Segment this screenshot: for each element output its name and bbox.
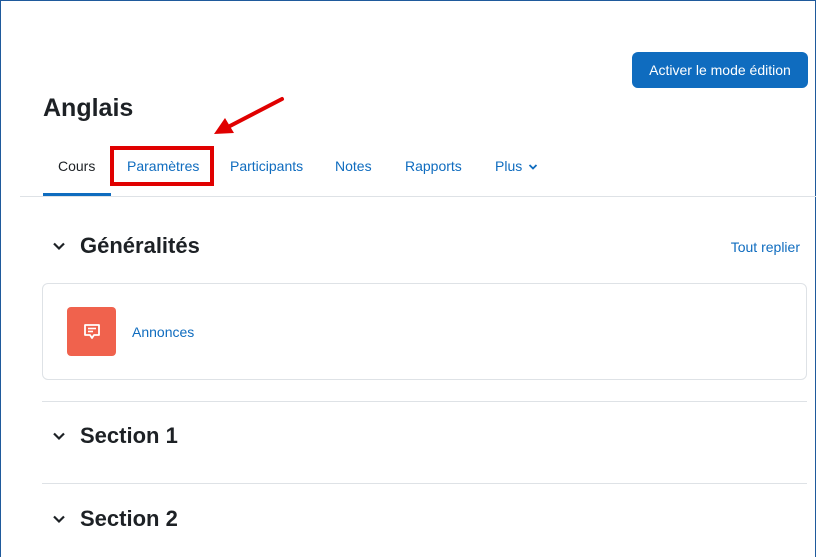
annotation-arrow — [214, 97, 284, 134]
section-header-1[interactable]: Section 1 — [52, 423, 178, 449]
forum-icon — [67, 307, 116, 356]
edit-mode-button[interactable]: Activer le mode édition — [632, 52, 808, 88]
tab-rapports[interactable]: Rapports — [405, 158, 462, 174]
section-header-2[interactable]: Section 2 — [52, 506, 178, 532]
section-title: Section 1 — [80, 423, 178, 448]
chevron-down-icon — [528, 164, 538, 170]
tab-notes[interactable]: Notes — [335, 158, 372, 174]
section-header-generalites[interactable]: Généralités — [52, 233, 200, 259]
chevron-down-icon — [53, 432, 65, 441]
tab-plus[interactable]: Plus — [495, 158, 538, 174]
tabs-divider — [20, 196, 816, 197]
tab-participants[interactable]: Participants — [230, 158, 303, 174]
tab-plus-label: Plus — [495, 158, 523, 174]
section-title: Section 2 — [80, 506, 178, 531]
page-title: Anglais — [43, 94, 134, 122]
section-divider — [42, 401, 807, 402]
chevron-down-icon — [53, 242, 65, 251]
tab-parametres[interactable]: Paramètres — [127, 158, 199, 174]
activity-link-annonces[interactable]: Annonces — [132, 324, 194, 340]
chevron-down-icon — [53, 515, 65, 524]
collapse-all-link[interactable]: Tout replier — [731, 239, 800, 255]
tab-cours[interactable]: Cours — [58, 158, 95, 174]
activity-card: Annonces — [42, 283, 807, 380]
section-divider — [42, 483, 807, 484]
section-title: Généralités — [80, 233, 200, 258]
